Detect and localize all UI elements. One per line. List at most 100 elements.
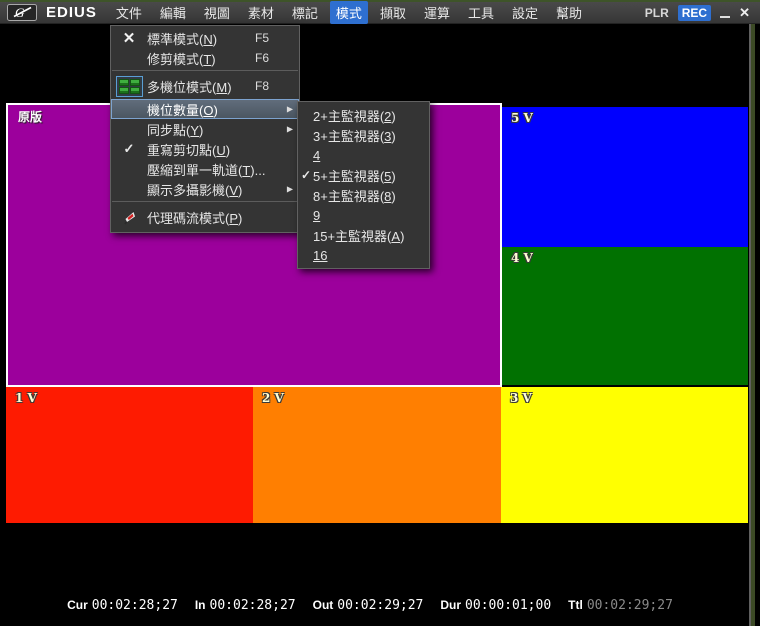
app-name: EDIUS bbox=[46, 4, 97, 21]
submenu-item-label: 8+主監視器(8) bbox=[313, 186, 396, 205]
camera-glyph bbox=[130, 79, 140, 86]
shortcut-f6: F6 bbox=[255, 51, 269, 65]
standard-mode-icon: ✕ bbox=[115, 31, 143, 46]
menu-item-label: 標準模式(N) bbox=[147, 29, 217, 48]
camera-2-monitor[interactable]: 2 V bbox=[253, 387, 501, 523]
menu-item-label: 機位數量(O) bbox=[147, 100, 218, 119]
checkmark-icon: ✓ bbox=[115, 141, 143, 157]
menu-item-standard-mode[interactable]: ✕ 標準模式(N) F5 bbox=[111, 28, 299, 48]
menu-separator bbox=[112, 70, 298, 71]
menubar-item-edit[interactable]: 編輯 bbox=[154, 1, 192, 24]
menu-item-multicam-mode[interactable]: 多機位模式(M) F8 bbox=[111, 73, 299, 99]
submenu-item-16[interactable]: 16 bbox=[298, 245, 429, 265]
menu-item-overwrite-cutpoint[interactable]: ✓ 重寫剪切點(U) bbox=[111, 139, 299, 159]
menu-item-proxy-mode[interactable]: 代理碼流模式(P) bbox=[111, 204, 299, 230]
submenu-item-label: 3+主監視器(3) bbox=[313, 126, 396, 145]
minimize-icon[interactable] bbox=[720, 16, 730, 18]
timecode-label: In bbox=[195, 598, 206, 612]
submenu-item-label: 5+主監視器(5) bbox=[313, 166, 396, 185]
menu-item-camera-count[interactable]: 機位數量(O) ▶ bbox=[111, 99, 299, 119]
timecode-label: Cur bbox=[67, 598, 88, 612]
menubar: 文件 編輯 視圖 素材 標記 模式 擷取 運算 工具 設定 幫助 bbox=[107, 1, 591, 24]
submenu-arrow-icon: ▶ bbox=[287, 185, 293, 194]
submenu-item-4[interactable]: 4 bbox=[298, 145, 429, 165]
menu-item-compress-to-single-track[interactable]: 壓縮到單一軌道(T)... bbox=[111, 159, 299, 179]
close-icon[interactable]: ✕ bbox=[739, 6, 750, 19]
timecode-value: 00:02:29;27 bbox=[587, 598, 673, 613]
timecode-dur: Dur 00:00:01;00 bbox=[440, 598, 551, 613]
menubar-item-file[interactable]: 文件 bbox=[110, 1, 148, 24]
camera-1-monitor[interactable]: 1 V bbox=[6, 387, 253, 523]
camera-3-label: 3 V bbox=[501, 387, 541, 409]
menu-item-label: 同步點(Y) bbox=[147, 120, 203, 139]
timecode-value: 00:00:01;00 bbox=[465, 598, 551, 613]
window-controls: PLR REC ✕ bbox=[645, 5, 750, 21]
submenu-arrow-icon: ▶ bbox=[287, 105, 293, 114]
timecode-cur: Cur 00:02:28;27 bbox=[67, 598, 178, 613]
submenu-item-3-plus-master[interactable]: 3+主監視器(3) bbox=[298, 125, 429, 145]
menu-item-label: 修剪模式(T) bbox=[147, 49, 216, 68]
shortcut-f5: F5 bbox=[255, 31, 269, 45]
titlebar: G EDIUS 文件 編輯 視圖 素材 標記 模式 擷取 運算 工具 設定 幫助… bbox=[0, 2, 760, 24]
timecode-label: Ttl bbox=[568, 598, 583, 612]
timecode-value: 00:02:29;27 bbox=[337, 598, 423, 613]
menubar-item-render[interactable]: 運算 bbox=[418, 1, 456, 24]
camera-glyph bbox=[119, 87, 129, 94]
menu-item-label: 顯示多攝影機(V) bbox=[147, 180, 242, 199]
camera-4-monitor[interactable]: 4 V bbox=[502, 247, 748, 385]
menu-item-display-multicam[interactable]: 顯示多攝影機(V) ▶ bbox=[111, 179, 299, 199]
rec-button[interactable]: REC bbox=[678, 5, 711, 21]
menubar-item-settings[interactable]: 設定 bbox=[506, 1, 544, 24]
plr-button[interactable]: PLR bbox=[645, 6, 669, 20]
submenu-item-label: 2+主監視器(2) bbox=[313, 106, 396, 125]
menubar-item-mode[interactable]: 模式 bbox=[330, 1, 368, 24]
timecode-out: Out 00:02:29;27 bbox=[313, 598, 424, 613]
camera-5-monitor[interactable]: 5 V bbox=[502, 107, 748, 247]
window-right-edge-accent bbox=[751, 24, 755, 626]
timecode-in: In 00:02:28;27 bbox=[195, 598, 296, 613]
menu-item-label: 代理碼流模式(P) bbox=[147, 208, 242, 227]
camera-5-label: 5 V bbox=[502, 107, 542, 129]
menu-item-label: 重寫剪切點(U) bbox=[147, 140, 230, 159]
multicam-icon bbox=[116, 76, 143, 97]
menu-item-sync-point[interactable]: 同步點(Y) ▶ bbox=[111, 119, 299, 139]
menubar-item-tools[interactable]: 工具 bbox=[462, 1, 500, 24]
checkmark-icon: ✓ bbox=[301, 168, 311, 182]
shortcut-f8: F8 bbox=[255, 79, 269, 93]
edius-logo-icon: G bbox=[7, 4, 37, 21]
menubar-item-clip[interactable]: 素材 bbox=[242, 1, 280, 24]
timecode-label: Dur bbox=[440, 598, 461, 612]
camera-2-label: 2 V bbox=[253, 387, 293, 409]
timecode-label: Out bbox=[313, 598, 334, 612]
timecode-value: 00:02:28;27 bbox=[210, 598, 296, 613]
camera-count-submenu: 2+主監視器(2) 3+主監視器(3) 4 ✓ 5+主監視器(5) 8+主監視器… bbox=[297, 101, 430, 269]
submenu-item-label: 9 bbox=[313, 208, 320, 223]
multicam-mode-icon bbox=[115, 76, 143, 97]
submenu-arrow-icon: ▶ bbox=[287, 125, 293, 134]
edius-window: G EDIUS 文件 編輯 視圖 素材 標記 模式 擷取 運算 工具 設定 幫助… bbox=[0, 0, 760, 626]
menu-item-label: 壓縮到單一軌道(T)... bbox=[147, 160, 265, 179]
menubar-item-help[interactable]: 幫助 bbox=[550, 1, 588, 24]
submenu-item-label: 4 bbox=[313, 148, 320, 163]
submenu-item-15-plus-master[interactable]: 15+主監視器(A) bbox=[298, 225, 429, 245]
timecode-bar: Cur 00:02:28;27 In 00:02:28;27 Out 00:02… bbox=[0, 598, 740, 613]
menu-item-label: 多機位模式(M) bbox=[147, 77, 232, 96]
source-monitor-label: 原版 bbox=[8, 105, 52, 128]
mode-menu-dropdown: ✕ 標準模式(N) F5 修剪模式(T) F6 多機位模式(M) F8 機位數量… bbox=[110, 25, 300, 233]
submenu-item-label: 15+主監視器(A) bbox=[313, 226, 404, 245]
timecode-value: 00:02:28;27 bbox=[92, 598, 178, 613]
submenu-item-9[interactable]: 9 bbox=[298, 205, 429, 225]
x-icon: ✕ bbox=[123, 31, 136, 46]
submenu-item-5-plus-master[interactable]: ✓ 5+主監視器(5) bbox=[298, 165, 429, 185]
submenu-item-8-plus-master[interactable]: 8+主監視器(8) bbox=[298, 185, 429, 205]
menu-item-trim-mode[interactable]: 修剪模式(T) F6 bbox=[111, 48, 299, 68]
menubar-item-view[interactable]: 視圖 bbox=[198, 1, 236, 24]
camera-3-monitor[interactable]: 3 V bbox=[501, 387, 748, 523]
camera-glyph bbox=[130, 87, 140, 94]
camera-glyph bbox=[119, 79, 129, 86]
menubar-item-marker[interactable]: 標記 bbox=[286, 1, 324, 24]
menubar-item-capture[interactable]: 擷取 bbox=[374, 1, 412, 24]
menu-separator bbox=[112, 201, 298, 202]
camera-4-label: 4 V bbox=[502, 247, 542, 269]
submenu-item-2-plus-master[interactable]: 2+主監視器(2) bbox=[298, 105, 429, 125]
